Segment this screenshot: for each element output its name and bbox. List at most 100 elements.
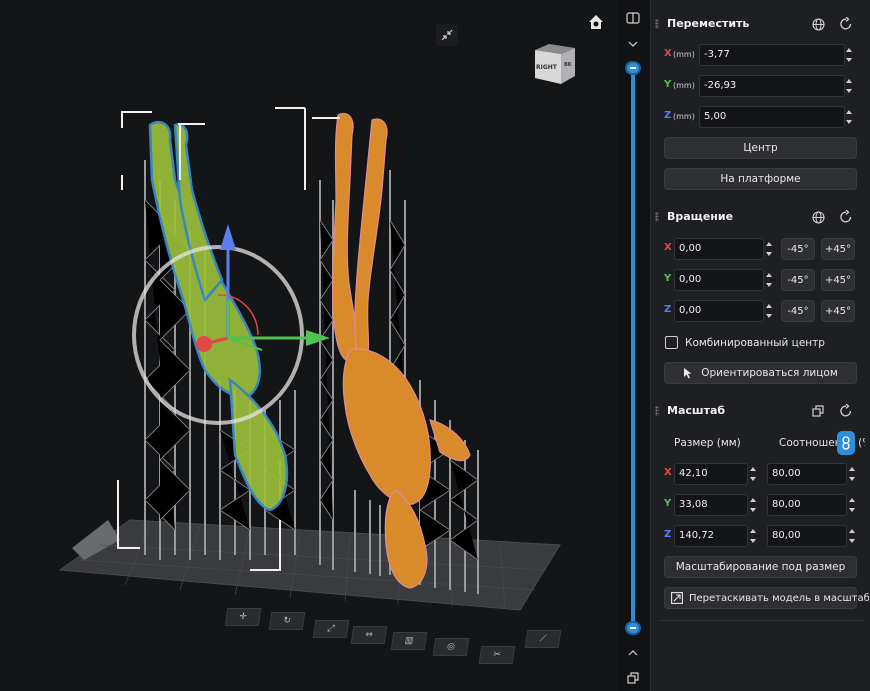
move-y-row: Y (mm) -26,93 — [651, 75, 870, 97]
rotate-z-input[interactable]: 0,00 — [674, 300, 764, 322]
mirror-tool-icon[interactable]: ⇔ — [350, 626, 388, 644]
x-axis-label: X — [664, 467, 672, 478]
rotate-y-minus45-button[interactable]: -45° — [781, 269, 815, 291]
combined-center-label: Комбинированный центр — [685, 337, 825, 349]
scale-z-ratio-input[interactable]: 80,00 — [767, 525, 847, 547]
scale-y-size-stepper[interactable] — [748, 494, 758, 516]
drag-grip-icon[interactable] — [655, 19, 659, 29]
support-tool-icon[interactable]: ▥ — [390, 632, 428, 650]
cursor-icon — [684, 368, 692, 379]
rotation-section-header: Вращение — [651, 207, 870, 227]
scale-title: Масштаб — [667, 404, 726, 417]
x-move-handle — [196, 336, 212, 352]
rotate-y-row: Y 0,00 -45° +45° — [651, 269, 870, 291]
rotation-title: Вращение — [667, 210, 734, 223]
chevron-up-icon[interactable] — [625, 645, 641, 661]
viewport-toolbar: ✛ ↻ ⤢ ⇔ ▥ ◎ ✂ ⟋ — [220, 602, 618, 672]
drag-scale-button[interactable]: Перетаскивать модель в масштабе — [664, 587, 870, 609]
scale-y-ratio-stepper[interactable] — [847, 494, 857, 516]
chevron-down-icon[interactable] — [625, 36, 641, 52]
move-y-stepper[interactable] — [844, 75, 854, 97]
scale-x-ratio-stepper[interactable] — [847, 463, 857, 485]
layer-slider-bottom-handle[interactable] — [625, 621, 641, 635]
rotate-x-stepper[interactable] — [764, 238, 774, 260]
copy-icon[interactable] — [809, 402, 827, 420]
rotate-z-row: Z 0,00 -45° +45° — [651, 300, 870, 322]
globe-icon[interactable] — [809, 208, 827, 226]
layer-slider-top-handle[interactable] — [625, 61, 641, 75]
3d-viewport[interactable]: RIGHT BK ✛ ↻ ⤢ ⇔ ▥ ◎ ✂ ⟋ — [0, 0, 618, 691]
rotate-z-minus45-button[interactable]: -45° — [781, 300, 815, 322]
scale-x-size-input[interactable]: 42,10 — [674, 463, 748, 485]
move-title: Переместить — [667, 17, 750, 30]
reset-icon[interactable] — [837, 15, 855, 33]
rotate-x-input[interactable]: 0,00 — [674, 238, 764, 260]
size-header: Размер (мм) — [674, 437, 741, 449]
scale-to-fit-button[interactable]: Масштабирование под размер — [664, 556, 857, 578]
globe-icon[interactable] — [809, 15, 827, 33]
scale-section-header: Масштаб — [651, 401, 870, 421]
move-x-stepper[interactable] — [844, 44, 854, 66]
rotate-y-input[interactable]: 0,00 — [674, 269, 764, 291]
rotate-x-minus45-button[interactable]: -45° — [781, 238, 815, 260]
drag-scale-label: Перетаскивать модель в масштабе — [689, 592, 870, 604]
layer-slider-panel — [618, 0, 648, 691]
link-ratio-icon[interactable] — [837, 431, 855, 455]
unit-label: (mm) — [673, 81, 695, 90]
rotate-x-row: X 0,00 -45° +45° — [651, 238, 870, 260]
measure-tool-icon[interactable]: ⟋ — [524, 630, 562, 648]
orient-face-button[interactable]: Ориентироваться лицом — [664, 362, 857, 384]
y-axis-label: Y — [664, 273, 672, 284]
move-x-input[interactable]: -3,77 — [699, 44, 845, 66]
move-tool-icon[interactable]: ✛ — [224, 608, 262, 626]
rotate-z-stepper[interactable] — [764, 300, 774, 322]
scale-y-size-input[interactable]: 33,08 — [674, 494, 748, 516]
hollow-tool-icon[interactable]: ◎ — [432, 638, 470, 656]
x-axis-label: X — [664, 48, 672, 59]
rotate-z-plus45-button[interactable]: +45° — [821, 300, 855, 322]
panel-toggle-icon[interactable] — [625, 10, 641, 26]
reset-icon[interactable] — [837, 208, 855, 226]
panel-divider — [659, 620, 863, 621]
move-z-stepper[interactable] — [844, 106, 854, 128]
scale-z-size-stepper[interactable] — [748, 525, 758, 547]
y-axis-label: Y — [664, 498, 672, 509]
on-platform-button[interactable]: На платформе — [664, 168, 857, 190]
home-view-icon[interactable] — [584, 10, 608, 34]
scale-x-size-stepper[interactable] — [748, 463, 758, 485]
layers-icon[interactable] — [625, 670, 641, 686]
rotate-y-plus45-button[interactable]: +45° — [821, 269, 855, 291]
y-move-arrow — [306, 330, 330, 346]
x-axis-label: X — [664, 242, 672, 253]
layer-slider-track[interactable] — [631, 66, 635, 630]
view-cube-right-label: RIGHT — [536, 64, 557, 71]
move-x-row: X (mm) -3,77 — [651, 44, 870, 66]
move-y-input[interactable]: -26,93 — [699, 75, 845, 97]
scale-z-size-input[interactable]: 140,72 — [674, 525, 748, 547]
transform-panel: Переместить X (mm) -3,77 Y (mm) -26,93 Z… — [650, 0, 870, 691]
scale-y-row: Y 33,08 80,00 — [651, 494, 870, 516]
z-move-arrow — [220, 224, 236, 250]
y-axis-label: Y — [664, 79, 672, 90]
scale-tool-icon[interactable]: ⤢ — [312, 620, 350, 638]
drag-grip-icon[interactable] — [655, 406, 659, 416]
collapse-icon[interactable] — [436, 24, 458, 46]
z-axis-label: Z — [664, 110, 672, 121]
cut-tool-icon[interactable]: ✂ — [478, 646, 516, 664]
move-z-input[interactable]: 5,00 — [699, 106, 845, 128]
scale-z-ratio-stepper[interactable] — [847, 525, 857, 547]
view-cube[interactable]: RIGHT BK — [531, 40, 579, 88]
reset-icon[interactable] — [837, 402, 855, 420]
rotate-tool-icon[interactable]: ↻ — [268, 612, 306, 630]
rotate-x-plus45-button[interactable]: +45° — [821, 238, 855, 260]
scale-x-ratio-input[interactable]: 80,00 — [767, 463, 847, 485]
view-cube-back-label: BK — [564, 62, 572, 68]
build-plate — [58, 519, 561, 611]
scene-canvas[interactable] — [0, 0, 618, 691]
drag-grip-icon[interactable] — [655, 212, 659, 222]
rotate-y-stepper[interactable] — [764, 269, 774, 291]
scale-z-row: Z 140,72 80,00 — [651, 525, 870, 547]
combined-center-checkbox[interactable] — [665, 336, 678, 349]
center-button[interactable]: Центр — [664, 137, 857, 159]
scale-y-ratio-input[interactable]: 80,00 — [767, 494, 847, 516]
